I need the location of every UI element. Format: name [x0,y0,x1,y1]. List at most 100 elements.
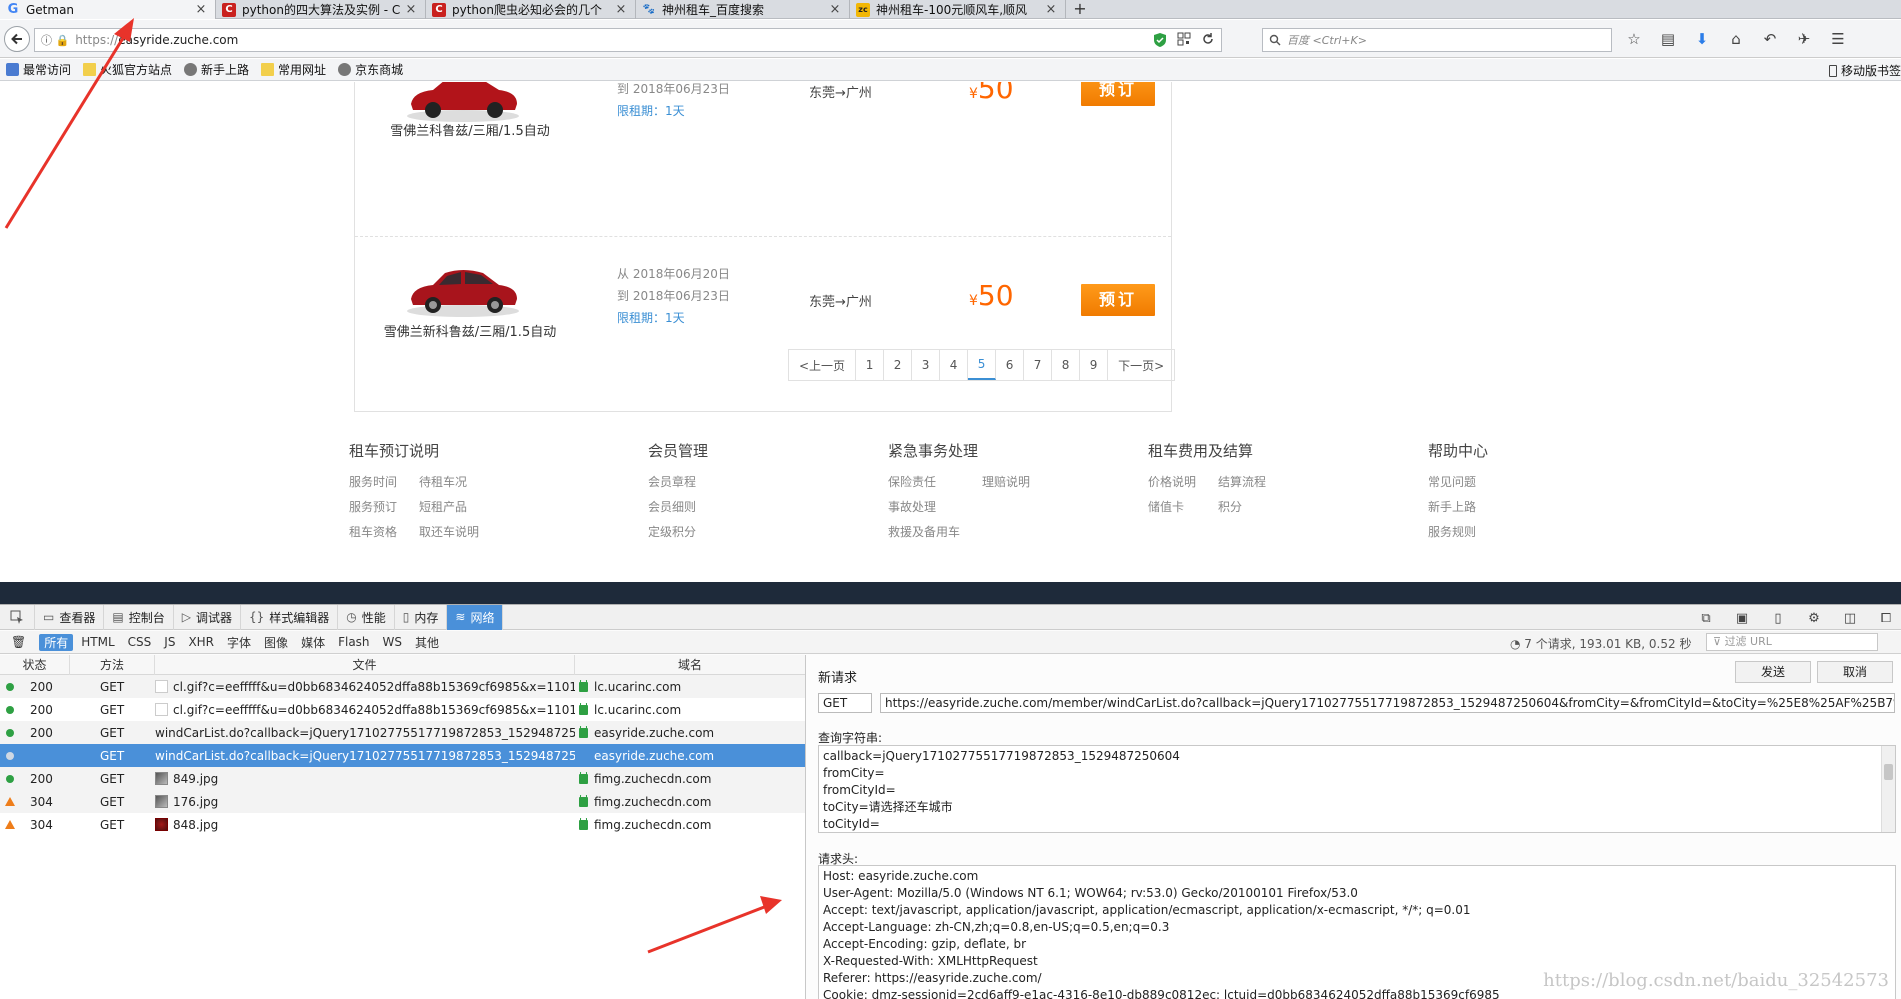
tab-console[interactable]: ▤ 控制台 [104,604,174,630]
undo-icon[interactable]: ↶ [1761,30,1779,48]
page-5-current[interactable]: 5 [968,350,997,380]
footer-link[interactable]: 服务规则 [1428,523,1488,540]
tab-performance[interactable]: ◷ 性能 [338,604,395,630]
star-bookmark-icon[interactable]: ☆ [1625,30,1643,48]
tab-network[interactable]: ≋ 网络 [447,604,504,630]
filter-other[interactable]: 其他 [410,634,444,651]
column-status[interactable]: 状态 [0,654,70,675]
tab-inspector[interactable]: ▭ 查看器 [35,604,105,630]
tab-python-crawler[interactable]: C python爬虫必知必会的几个 × [426,0,636,19]
footer-link[interactable]: 待租车况 [419,473,479,490]
page-7[interactable]: 7 [1024,350,1053,380]
element-picker-button[interactable] [0,604,35,630]
table-row[interactable]: 200 GET cl.gif?c=eefffff&u=d0bb683462405… [0,698,805,721]
address-bar[interactable]: ⓘ 🔒 https://easyride.zuche.com [34,28,1222,52]
footer-link[interactable]: 理赔说明 [982,473,1030,490]
filter-css[interactable]: CSS [123,634,157,651]
qr-code-icon[interactable] [1177,32,1191,46]
tab-zuche[interactable]: zc 神州租车-100元顺风车,顺风 × [850,0,1066,19]
url-filter-input[interactable]: ⊽ 过滤 URL [1706,633,1878,651]
page-1[interactable]: 1 [856,350,885,380]
footer-link[interactable]: 服务预订 [349,498,397,515]
extension-icon[interactable]: ✈ [1795,30,1813,48]
footer-link[interactable]: 事故处理 [888,498,960,515]
filter-ws[interactable]: WS [378,634,407,651]
filter-js[interactable]: JS [159,634,180,651]
table-row[interactable]: 200 GET windCarList.do?callback=jQuery17… [0,721,805,744]
responsive-icon[interactable]: ▯ [1769,609,1787,627]
reload-icon[interactable] [1201,32,1215,46]
reading-list-icon[interactable]: ▤ [1659,30,1677,48]
tab-debugger[interactable]: ▷ 调试器 [174,604,241,630]
footer-link[interactable]: 新手上路 [1428,498,1488,515]
close-tab-icon[interactable]: × [615,2,627,17]
table-row[interactable]: 304 GET 848.jpg fimg.zuchecdn.com [0,813,805,836]
footer-link[interactable]: 会员细则 [648,498,708,515]
footer-link[interactable]: 储值卡 [1148,498,1196,515]
split-console-icon[interactable]: ▣ [1733,609,1751,627]
url-field[interactable]: https://easyride.zuche.com/member/windCa… [880,693,1895,713]
filter-images[interactable]: 图像 [259,634,293,651]
footer-link[interactable]: 积分 [1218,498,1266,515]
tab-baidu-search[interactable]: 🐾 神州租车_百度搜索 × [636,0,850,19]
bookmark-firefox-site[interactable]: 火狐官方站点 [83,61,172,78]
car-name[interactable]: 雪佛兰新科鲁兹/三厢/1.5自动 [355,321,585,340]
footer-link[interactable]: 取还车说明 [419,523,479,540]
close-tab-icon[interactable]: × [829,2,841,17]
footer-link[interactable]: 价格说明 [1148,473,1196,490]
footer-link[interactable]: 救援及备用车 [888,523,960,540]
cancel-button[interactable]: 取消 [1817,661,1893,683]
column-domain[interactable]: 域名 [575,655,805,675]
column-method[interactable]: 方法 [70,654,155,675]
footer-link[interactable]: 保险责任 [888,473,960,490]
bookmark-mobile[interactable]: 移动版书签 [1828,62,1901,79]
scrollbar[interactable] [1881,746,1895,832]
book-button[interactable]: 预订 [1081,284,1155,316]
table-row-selected[interactable]: GET windCarList.do?callback=jQuery171027… [0,744,805,767]
page-9[interactable]: 9 [1080,350,1109,380]
footer-link[interactable]: 服务时间 [349,473,397,490]
footer-link[interactable]: 短租产品 [419,498,479,515]
popout-icon[interactable]: ⧠ [1877,609,1895,627]
query-string-textarea[interactable]: callback=jQuery17102775517719872853_1529… [818,745,1896,833]
page-8[interactable]: 8 [1052,350,1081,380]
close-tab-icon[interactable]: × [1045,2,1057,17]
filter-fonts[interactable]: 字体 [222,634,256,651]
page-6[interactable]: 6 [996,350,1025,380]
menu-icon[interactable]: ☰ [1829,30,1847,48]
new-tab-button[interactable]: + [1070,0,1090,19]
footer-link[interactable]: 常见问题 [1428,473,1488,490]
tab-python-algorithms[interactable]: C python的四大算法及实例 - C × [216,0,426,19]
bookmark-getting-started[interactable]: 新手上路 [184,61,249,78]
car-image[interactable] [403,259,523,319]
send-button[interactable]: 发送 [1735,661,1811,683]
prev-page-button[interactable]: <上一页 [789,350,857,380]
bookmark-most-visited[interactable]: 最常访问 [6,61,71,78]
filter-html[interactable]: HTML [76,634,119,651]
scroll-thumb[interactable] [1884,764,1893,780]
footer-link[interactable]: 会员章程 [648,473,708,490]
tab-memory[interactable]: ▯ 内存 [395,604,448,630]
table-row[interactable]: 200 GET 849.jpg fimg.zuchecdn.com [0,767,805,790]
book-button[interactable]: 预订 [1081,82,1155,106]
shield-icon[interactable] [1153,32,1167,48]
footer-link[interactable]: 定级积分 [648,523,708,540]
footer-link[interactable]: 租车资格 [349,523,397,540]
search-bar[interactable]: 百度 <Ctrl+K> [1262,28,1612,52]
table-row[interactable]: 304 GET 176.jpg fimg.zuchecdn.com [0,790,805,813]
filter-xhr[interactable]: XHR [183,634,219,651]
car-image[interactable] [403,82,523,124]
dock-side-icon[interactable]: ◫ [1841,609,1859,627]
dock-options-icon[interactable]: ⧉ [1697,609,1715,627]
column-file[interactable]: 文件 [155,654,575,675]
site-info-icon[interactable]: ⓘ 🔒 [41,32,69,48]
close-tab-icon[interactable]: × [405,2,417,17]
method-field[interactable]: GET [818,693,872,713]
gear-icon[interactable]: ⚙ [1805,609,1823,627]
tab-style-editor[interactable]: {} 样式编辑器 [241,604,339,630]
home-icon[interactable]: ⌂ [1727,30,1745,48]
next-page-button[interactable]: 下一页> [1108,350,1174,380]
page-3[interactable]: 3 [912,350,941,380]
car-name[interactable]: 雪佛兰科鲁兹/三厢/1.5自动 [355,120,585,139]
filter-media[interactable]: 媒体 [296,634,330,651]
